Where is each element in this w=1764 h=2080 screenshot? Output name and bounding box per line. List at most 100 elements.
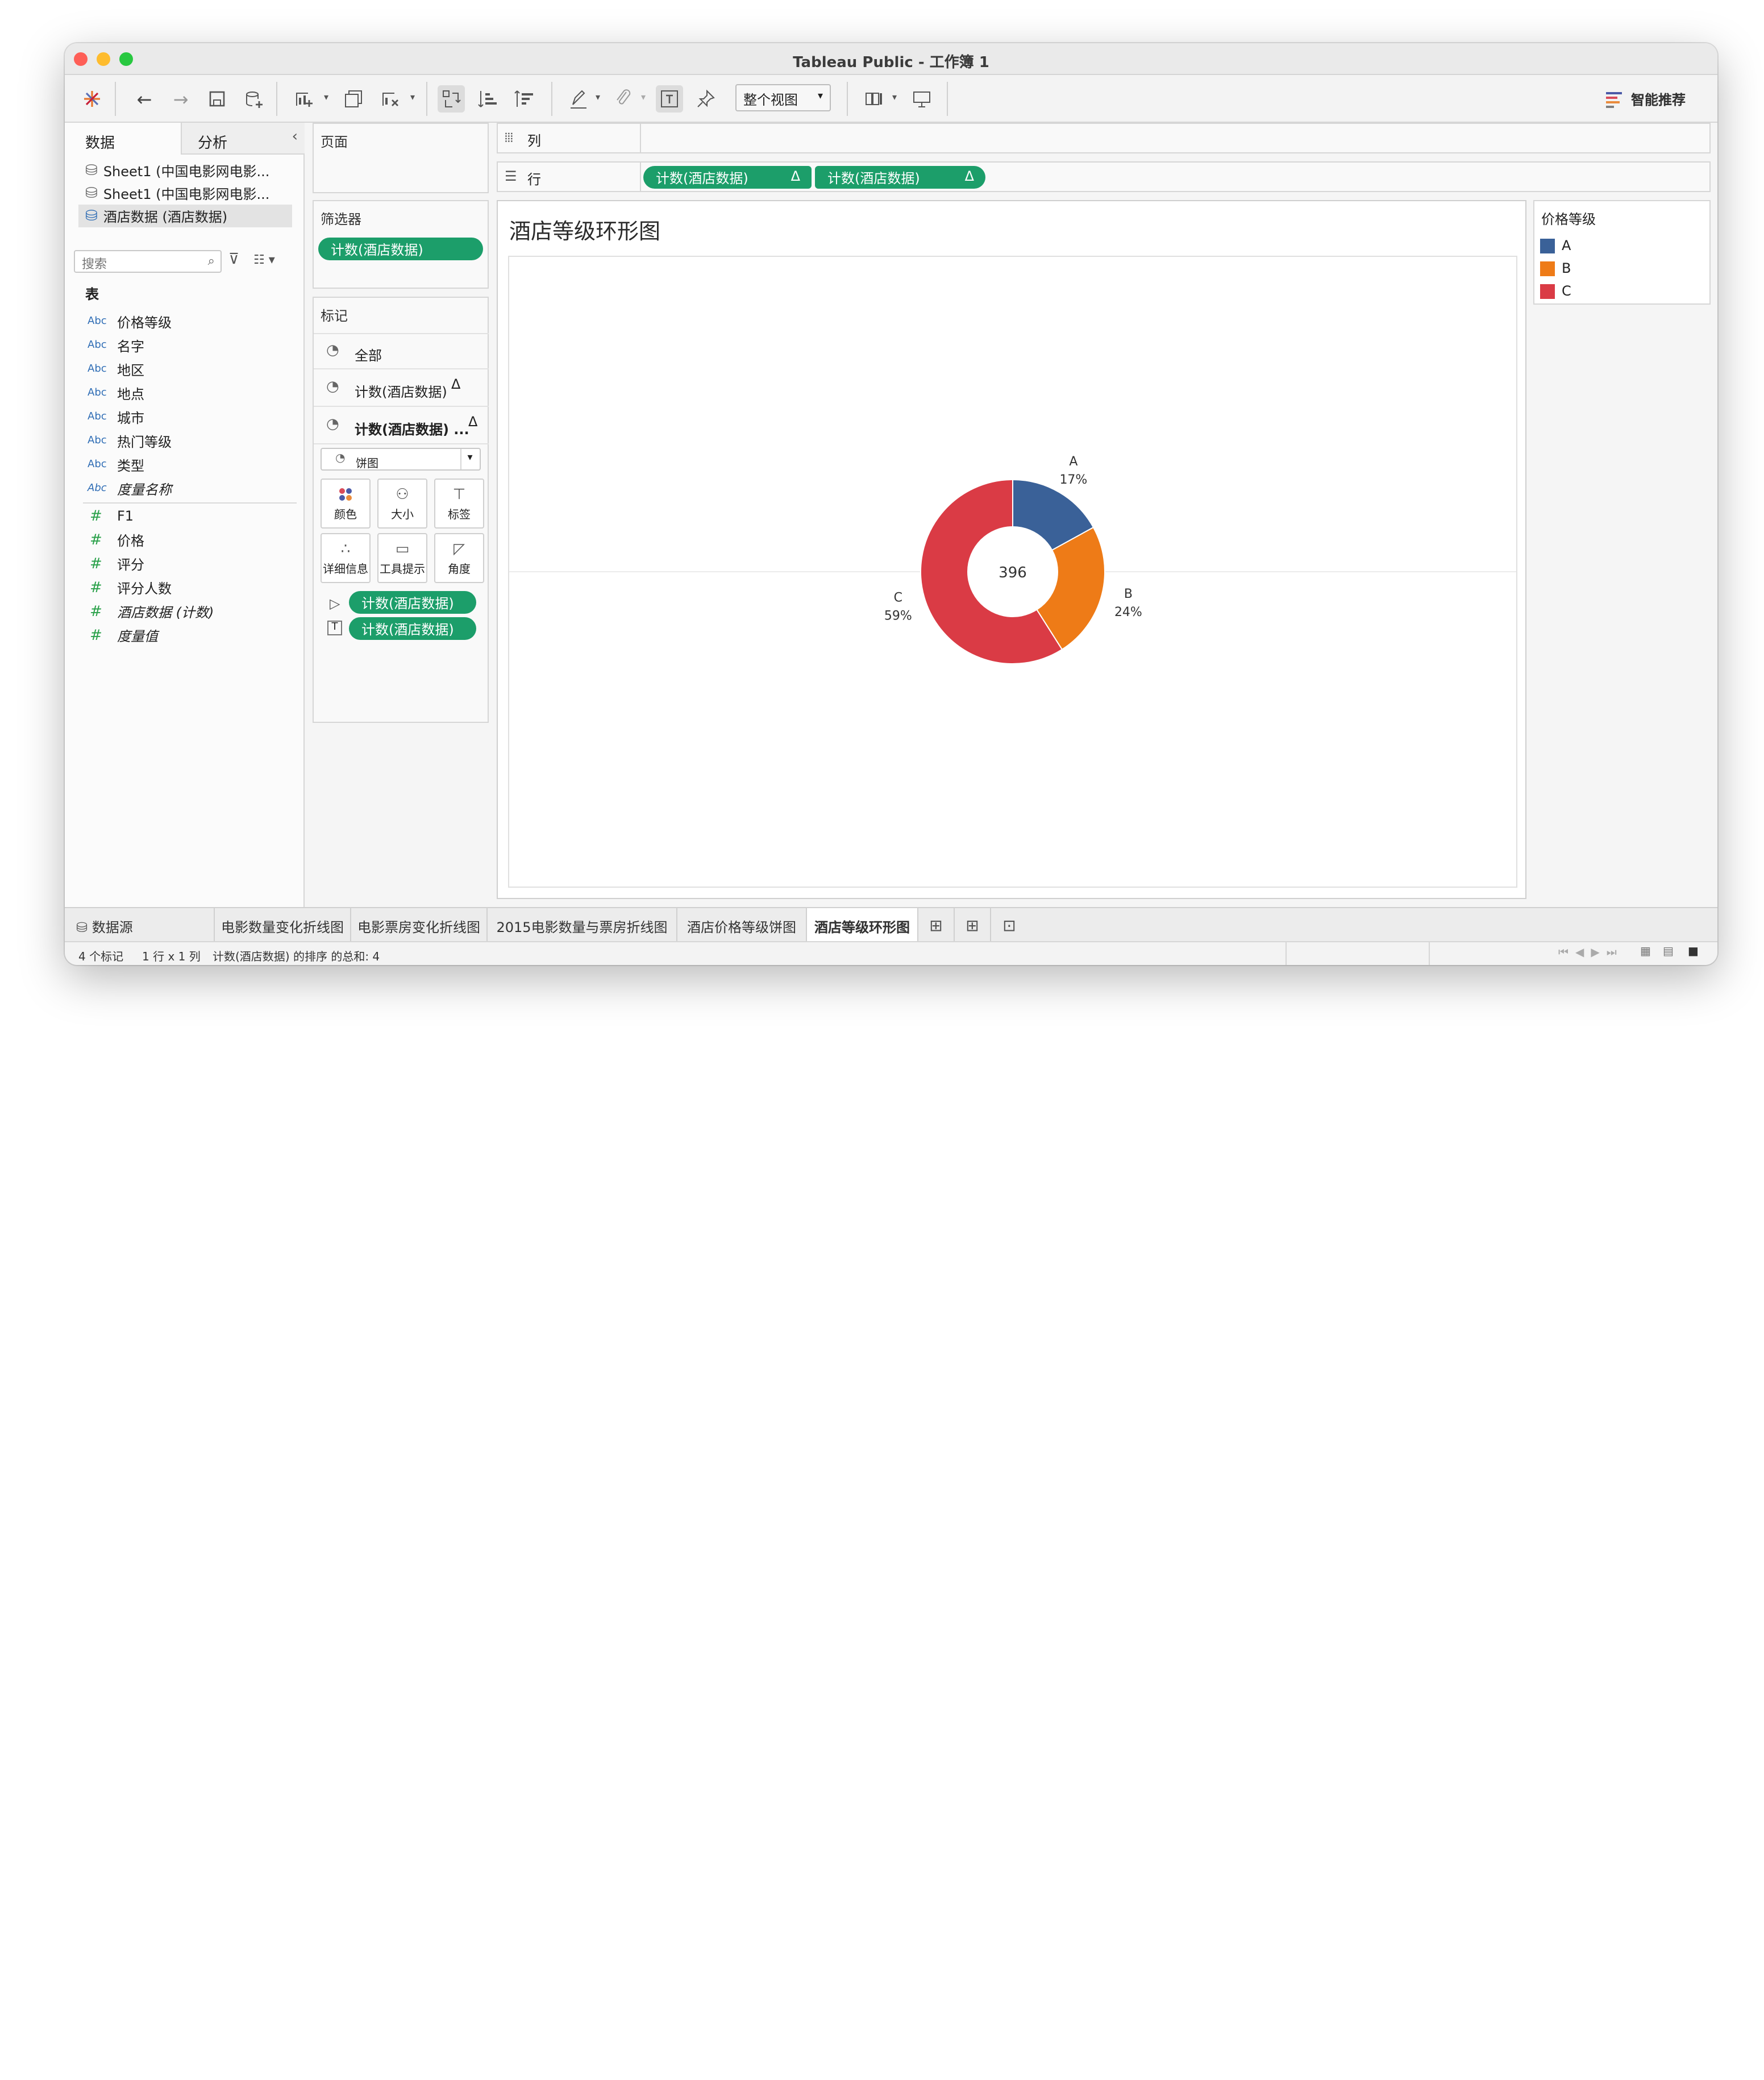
marks-row-all[interactable]: ◔ 全部 [314, 333, 489, 369]
collapse-panel-icon[interactable]: ‹ [292, 128, 298, 145]
field-measure[interactable]: # F1 [88, 505, 134, 527]
field-dimension[interactable]: Abc 价格等级 [88, 310, 172, 333]
angle-button-label: 角度 [448, 564, 471, 576]
smart-recommend-label: 智能推荐 [1631, 92, 1686, 108]
color-button[interactable]: 颜色 [321, 479, 371, 529]
field-dimension[interactable]: Abc 地区 [88, 358, 144, 381]
chevron-down-icon: ▾ [817, 91, 823, 102]
view-list-icon[interactable]: ☷ ▾ [253, 252, 275, 267]
legend-item-c[interactable]: C [1540, 283, 1571, 299]
presentation-mode-icon[interactable] [860, 85, 888, 113]
app-window: Tableau Public - 工作簿 1 ← → ▾ ▾ ▾ ▾ 整个视图 … [65, 43, 1717, 965]
row-pill[interactable]: 计数(酒店数据) Δ [815, 166, 985, 189]
tab-data[interactable]: 数据 [65, 123, 181, 155]
search-field[interactable]: ⌕ [74, 250, 222, 274]
datasource-item-selected[interactable]: ⛁ 酒店数据 (酒店数据) [78, 205, 292, 227]
field-measure[interactable]: # 酒店数据 (计数) [88, 600, 214, 623]
field-measure[interactable]: # 评分人数 [88, 576, 172, 599]
new-sheet-icon[interactable] [290, 85, 317, 113]
clear-sheet-icon[interactable] [376, 85, 403, 113]
show-tabs-icon[interactable]: ■ [1688, 946, 1699, 958]
show-sheet-list-icon[interactable]: ▤ [1663, 946, 1674, 958]
show-labels-icon[interactable] [656, 85, 683, 113]
tooltip-bubble-icon: ▭ [395, 541, 410, 558]
filter-funnel-icon[interactable]: ⊽ [228, 251, 239, 268]
detail-button[interactable]: ∴ 详细信息 [321, 533, 371, 583]
sheet-tab[interactable]: 2015电影数量与票房折线图 [488, 908, 677, 942]
fit-view-select[interactable]: 整个视图 ▾ [735, 84, 831, 111]
pages-shelf[interactable]: 页面 [313, 123, 489, 193]
back-arrow-icon[interactable]: ← [131, 85, 158, 113]
present-screen-icon[interactable] [908, 85, 935, 113]
sheet-tab[interactable]: 电影票房变化折线图 [351, 908, 488, 942]
swap-rows-columns-icon[interactable] [438, 85, 465, 113]
sheet-title[interactable]: 酒店等级环形图 [509, 215, 660, 246]
datasource-item[interactable]: ⛁ Sheet1 (中国电影网电影... [85, 159, 269, 182]
size-button[interactable]: ⚇ 大小 [377, 479, 427, 529]
smart-recommend-button[interactable]: 智能推荐 [1606, 90, 1686, 109]
sort-ascending-icon[interactable] [474, 85, 501, 113]
label-button[interactable]: ⊤ 标签 [434, 479, 484, 529]
field-label: 热门等级 [117, 434, 172, 450]
filters-shelf[interactable]: 筛选器 计数(酒店数据) [313, 200, 489, 289]
sort-descending-icon[interactable] [510, 85, 538, 113]
legend-item-a[interactable]: A [1540, 238, 1571, 253]
sheet-tab[interactable]: 电影数量变化折线图 [215, 908, 351, 942]
field-measure[interactable]: # 评分 [88, 552, 144, 575]
field-measure[interactable]: # 价格 [88, 529, 144, 551]
field-dimension[interactable]: Abc 热门等级 [88, 430, 172, 452]
angle-button[interactable]: ◸ 角度 [434, 533, 484, 583]
pin-axes-icon[interactable] [692, 85, 719, 113]
tab-analysis[interactable]: 分析 ‹ [181, 123, 305, 155]
cards-dropdown-icon[interactable]: ▾ [892, 92, 897, 102]
sheet-tab-active[interactable]: 酒店等级环形图 [807, 908, 918, 942]
color-legend[interactable]: 价格等级 ABC [1533, 200, 1711, 305]
marks-row-measure-active[interactable]: ◔ 计数(酒店数据) ... Δ [314, 408, 489, 444]
pie-mark-icon: ◔ [326, 342, 339, 359]
group-clip-icon[interactable] [610, 85, 638, 113]
new-sheet-dropdown-icon[interactable]: ▾ [324, 92, 328, 102]
label-pill[interactable]: 计数(酒店数据) [349, 617, 476, 640]
new-worksheet-icon[interactable]: ⊞ [918, 908, 955, 942]
pie-mark-icon: ◔ [326, 378, 339, 396]
sheet-tab[interactable]: 酒店价格等级饼图 [677, 908, 807, 942]
new-story-icon[interactable]: ⊡ [991, 908, 1027, 942]
angle-pill[interactable]: 计数(酒店数据) [349, 591, 476, 614]
field-dimension[interactable]: Abc 类型 [88, 454, 144, 476]
field-dimension[interactable]: Abc 名字 [88, 334, 144, 357]
plot-area[interactable]: 396 A 17% B 24% C 59% [508, 256, 1517, 888]
datasource-icon: ⛁ [85, 162, 98, 179]
legend-item-b[interactable]: B [1540, 260, 1571, 276]
label-t-icon: ⊤ [452, 486, 466, 504]
filter-pill[interactable]: 计数(酒店数据) [318, 238, 483, 260]
marks-title: 标记 [321, 308, 348, 324]
tableau-logo-icon[interactable] [78, 85, 106, 113]
row-pill[interactable]: 计数(酒店数据) Δ [643, 166, 812, 189]
rows-shelf[interactable]: ☰ 行 计数(酒店数据) Δ 计数(酒店数据) Δ [497, 161, 1711, 192]
search-input[interactable] [75, 254, 189, 274]
forward-arrow-icon[interactable]: → [167, 85, 194, 113]
donut-chart[interactable]: 396 A 17% B 24% C 59% [509, 257, 1516, 887]
highlight-dropdown-icon[interactable]: ▾ [596, 92, 600, 102]
save-icon[interactable] [203, 85, 231, 113]
tab-datasource[interactable]: ⛁ 数据源 [65, 908, 215, 942]
field-dimension[interactable]: Abc 度量名称 [88, 477, 172, 500]
columns-shelf[interactable]: ⦙⦙⦙ 列 [497, 123, 1711, 153]
field-dimension[interactable]: Abc 地点 [88, 382, 144, 405]
marks-row-measure[interactable]: ◔ 计数(酒店数据) Δ [314, 371, 489, 407]
highlight-pen-icon[interactable] [565, 85, 592, 113]
new-dashboard-icon[interactable]: ⊞ [955, 908, 991, 942]
tooltip-button[interactable]: ▭ 工具提示 [377, 533, 427, 583]
label-pill-label: 计数(酒店数据) [361, 622, 454, 638]
number-type-icon: # [90, 579, 102, 596]
group-dropdown-icon[interactable]: ▾ [641, 92, 646, 102]
clear-dropdown-icon[interactable]: ▾ [410, 92, 415, 102]
field-dimension[interactable]: Abc 城市 [88, 406, 144, 429]
duplicate-sheet-icon[interactable] [340, 85, 367, 113]
new-datasource-icon[interactable] [240, 85, 267, 113]
mark-type-select[interactable]: ◔ 饼图 ▾ [321, 448, 481, 471]
datasource-item[interactable]: ⛁ Sheet1 (中国电影网电影... [85, 182, 269, 205]
field-measure[interactable]: # 度量值 [88, 624, 158, 647]
sheet-navigation-arrows-icon[interactable]: ⏮◀▶⏭ [1558, 947, 1624, 959]
show-filmstrip-icon[interactable]: ▦ [1640, 946, 1651, 958]
